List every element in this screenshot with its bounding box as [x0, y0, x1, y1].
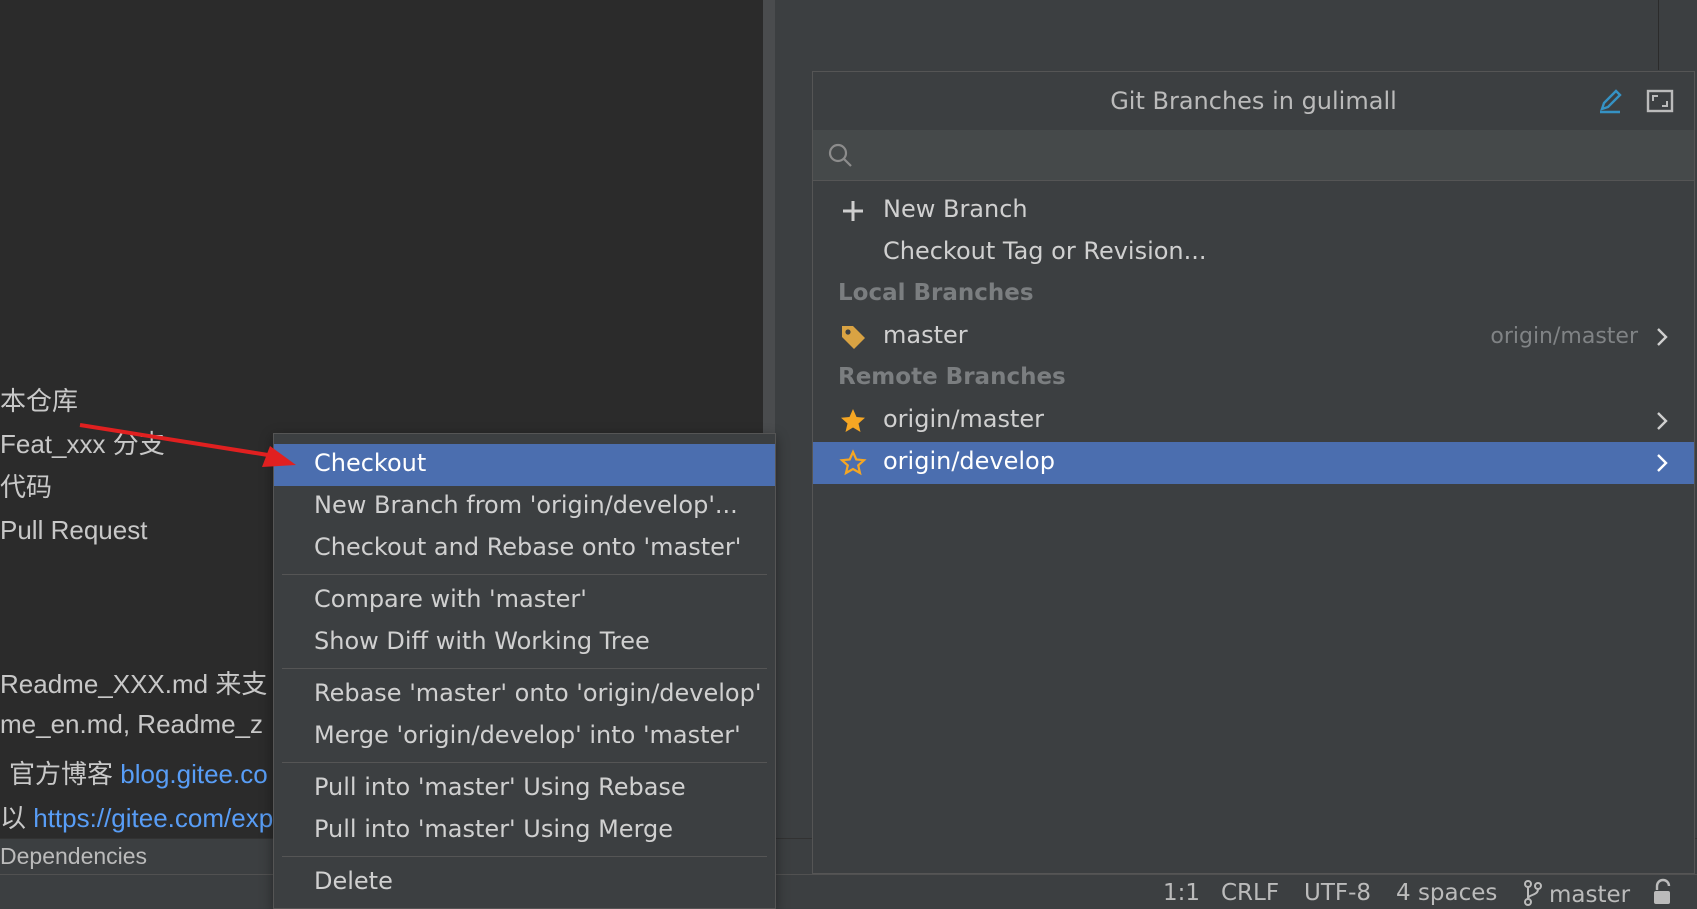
remote-branches-header: Remote Branches	[838, 364, 1066, 390]
preview-line: me_en.md, Readme_z	[0, 709, 264, 739]
action-label: New Branch	[883, 195, 1028, 223]
menu-label: Merge 'origin/develop' into 'master'	[314, 721, 741, 749]
menu-label: Checkout and Rebase onto 'master'	[314, 533, 742, 561]
current-branch: master	[1549, 882, 1631, 908]
menu-label: New Branch from 'origin/develop'...	[314, 491, 738, 519]
branch-item-master[interactable]: master origin/master	[813, 316, 1694, 358]
branch-context-menu: Checkout New Branch from 'origin/develop…	[273, 433, 776, 909]
preview-line: 以 https://gitee.com/exp	[0, 798, 273, 835]
branch-search	[813, 130, 1694, 181]
blog-link[interactable]: blog.gitee.co	[120, 759, 267, 789]
menu-item-pull-merge[interactable]: Pull into 'master' Using Merge	[274, 810, 775, 852]
menu-item-pull-rebase[interactable]: Pull into 'master' Using Rebase	[274, 768, 775, 810]
expand-icon[interactable]	[1646, 87, 1674, 115]
menu-item-merge[interactable]: Merge 'origin/develop' into 'master'	[274, 716, 775, 758]
menu-label: Pull into 'master' Using Merge	[314, 815, 674, 843]
star-outline-icon	[839, 449, 867, 476]
preview-line: Pull Request	[0, 515, 148, 545]
line-separator[interactable]: CRLF	[1221, 880, 1279, 906]
menu-item-checkout-and-rebase[interactable]: Checkout and Rebase onto 'master'	[274, 528, 775, 570]
pane-divider	[1658, 0, 1659, 70]
caret-position[interactable]: 1:1	[1163, 880, 1200, 906]
chevron-right-icon	[1657, 412, 1668, 430]
tracking-branch: origin/master	[1490, 324, 1638, 349]
indent-setting[interactable]: 4 spaces	[1396, 880, 1497, 906]
gitee-explore-link[interactable]: https://gitee.com/exp	[33, 803, 273, 833]
preview-line: 本仓库	[0, 386, 79, 416]
preview-text: 以	[0, 803, 27, 833]
menu-item-show-diff[interactable]: Show Diff with Working Tree	[274, 622, 775, 664]
git-branches-popup: Git Branches in gulimall New Branch Chec…	[812, 71, 1695, 874]
popup-header: Git Branches in gulimall	[813, 72, 1694, 131]
menu-separator	[282, 856, 767, 857]
chevron-right-icon	[1657, 328, 1668, 346]
menu-item-new-branch-from[interactable]: New Branch from 'origin/develop'...	[274, 486, 775, 528]
star-filled-icon	[841, 409, 865, 432]
preview-line: Feat_xxx 分支	[0, 429, 165, 459]
preview-line: 官方博客 blog.gitee.co	[9, 754, 268, 791]
preview-line: Readme_XXX.md 来支	[0, 669, 268, 699]
edit-icon[interactable]	[1596, 87, 1624, 115]
checkout-tag-action[interactable]: Checkout Tag or Revision...	[813, 232, 1694, 274]
action-label: Checkout Tag or Revision...	[883, 237, 1207, 265]
file-encoding[interactable]: UTF-8	[1304, 880, 1371, 906]
menu-label: Rebase 'master' onto 'origin/develop'	[314, 679, 762, 707]
menu-label: Compare with 'master'	[314, 585, 587, 613]
dependencies-tab[interactable]: Dependencies	[0, 843, 147, 870]
menu-label: Pull into 'master' Using Rebase	[314, 773, 686, 801]
branch-item-origin-develop[interactable]: origin/develop	[813, 442, 1694, 484]
ide-window: 本仓库 Feat_xxx 分支 代码 Pull Request Readme_X…	[0, 0, 1697, 909]
popup-title: Git Branches in gulimall	[1110, 87, 1397, 115]
plus-icon	[843, 201, 863, 221]
tag-icon	[842, 326, 865, 349]
menu-item-compare[interactable]: Compare with 'master'	[274, 580, 775, 622]
menu-label: Delete	[314, 867, 393, 895]
lock-icon[interactable]	[1651, 878, 1677, 906]
menu-item-rebase[interactable]: Rebase 'master' onto 'origin/develop'	[274, 674, 775, 716]
chevron-right-icon	[1657, 454, 1668, 472]
branch-name: master	[883, 321, 968, 349]
menu-separator	[282, 574, 767, 575]
menu-label: Checkout	[314, 449, 427, 477]
new-branch-action[interactable]: New Branch	[813, 190, 1694, 232]
preview-text: 官方博客	[9, 759, 114, 789]
menu-item-checkout[interactable]: Checkout	[274, 444, 775, 486]
branch-icon	[1524, 880, 1542, 906]
menu-label: Show Diff with Working Tree	[314, 627, 650, 655]
git-branch-widget[interactable]: master	[1523, 880, 1630, 908]
search-input[interactable]	[861, 138, 1665, 174]
local-branches-header: Local Branches	[838, 280, 1034, 306]
preview-line: 代码	[0, 472, 53, 502]
menu-item-delete[interactable]: Delete	[274, 862, 775, 904]
menu-separator	[282, 762, 767, 763]
search-icon	[828, 143, 852, 167]
branch-name: origin/master	[883, 405, 1045, 433]
branch-name: origin/develop	[883, 447, 1055, 475]
branch-item-origin-master[interactable]: origin/master	[813, 400, 1694, 442]
menu-separator	[282, 668, 767, 669]
